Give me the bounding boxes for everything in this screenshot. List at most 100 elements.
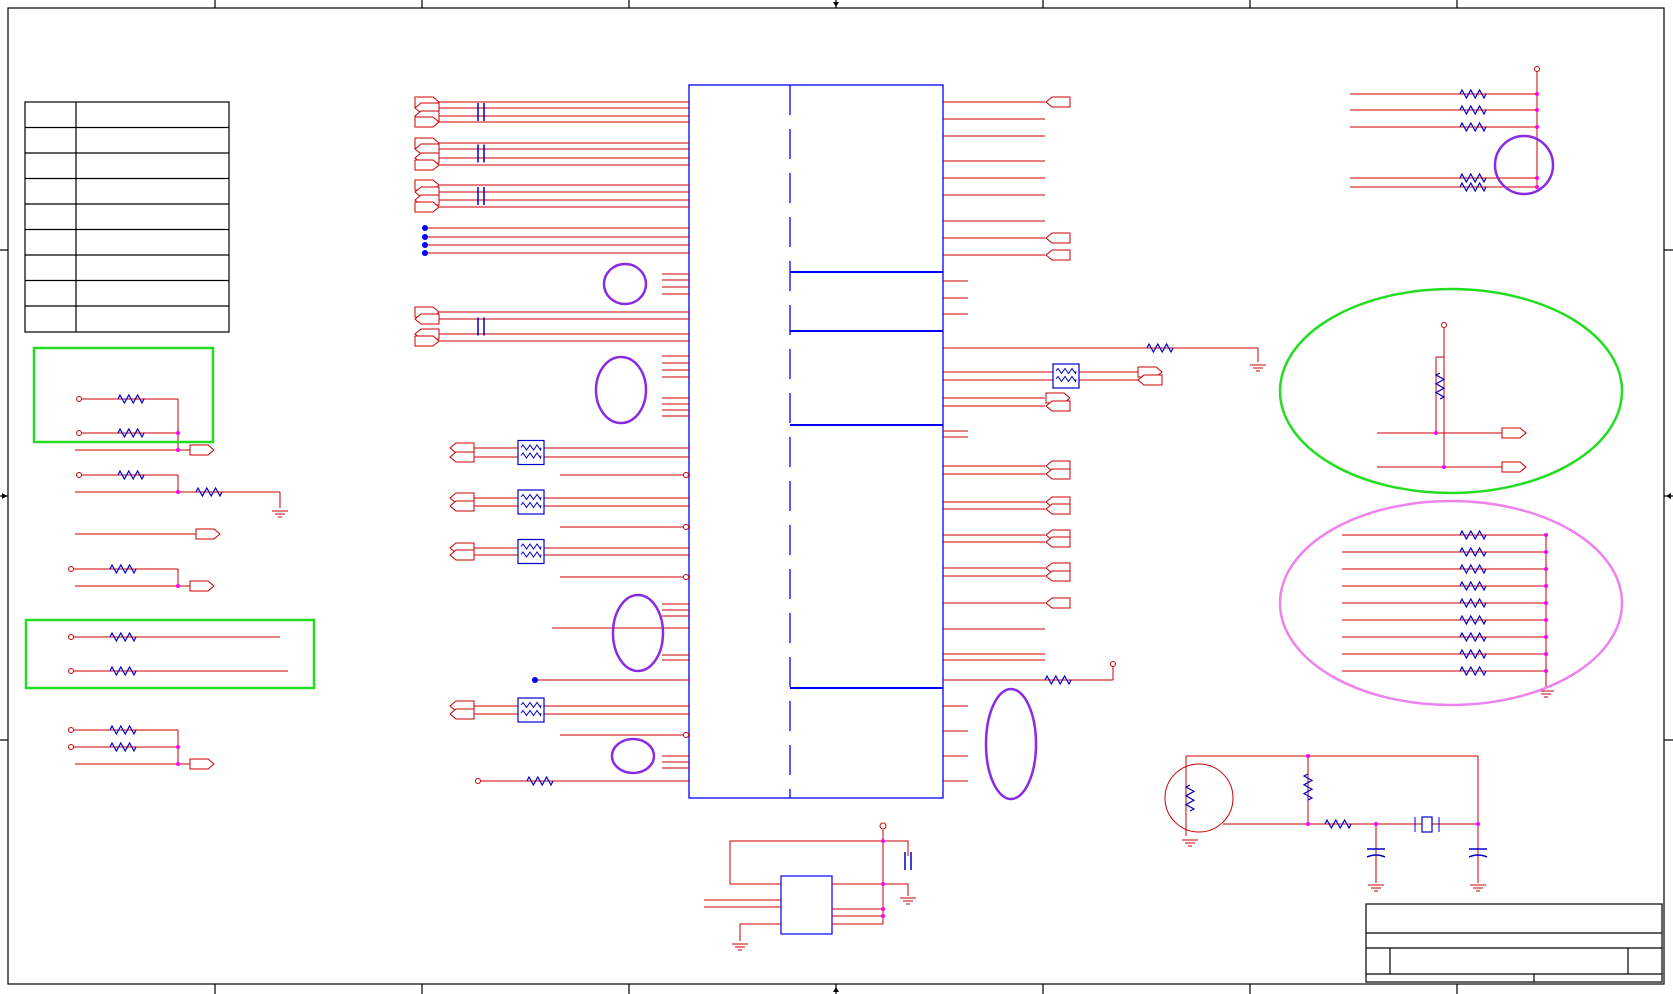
junction-dot — [881, 882, 885, 886]
junction-dot — [1544, 567, 1548, 571]
sheet-border — [0, 0, 1673, 994]
highlight-ellipse — [602, 262, 648, 306]
test-point — [68, 727, 74, 733]
ferrite-bead-icon — [517, 489, 545, 515]
capacitor-icon — [477, 144, 485, 163]
offpage-connector-icon — [1045, 468, 1071, 480]
highlight-ellipse — [610, 737, 656, 775]
offpage-connector-icon — [189, 444, 215, 456]
junction-dot — [1544, 601, 1548, 605]
offpage-connector-icon — [414, 313, 440, 325]
offpage-connector-icon — [1501, 461, 1527, 473]
offpage-connector-icon — [449, 549, 475, 561]
junction-dot — [1544, 618, 1548, 622]
junction-dot — [1535, 92, 1539, 96]
resistor-icon — [1459, 665, 1487, 677]
offpage-connector-icon — [189, 580, 215, 592]
main-ic — [688, 84, 944, 799]
offpage-connector-icon — [1045, 597, 1071, 609]
ground-icon — [1538, 690, 1554, 698]
ground-icon — [1368, 884, 1384, 892]
resistor-icon — [1324, 818, 1352, 830]
offpage-connector-icon — [1045, 400, 1071, 412]
highlight-ellipse — [1493, 134, 1555, 196]
resistor-icon — [1459, 614, 1487, 626]
ground-icon — [1250, 364, 1266, 372]
resistor-icon — [109, 631, 137, 643]
resistor-icon — [1044, 674, 1072, 686]
highlight-ellipse — [984, 687, 1038, 801]
resistor-icon — [1434, 372, 1446, 400]
junction-dot — [1535, 108, 1539, 112]
ground-icon — [1182, 839, 1198, 847]
resistor-icon — [1459, 648, 1487, 660]
junction-dot — [1535, 185, 1539, 189]
junction-dot — [1476, 822, 1480, 826]
offpage-connector-icon — [1045, 232, 1071, 244]
junction-dot — [176, 431, 180, 435]
resistor-icon — [109, 741, 137, 753]
bus-dot — [422, 250, 428, 256]
resistor-icon — [1459, 631, 1487, 643]
test-point — [68, 744, 74, 750]
junction-dot — [1442, 465, 1446, 469]
wire-layer — [71, 71, 1547, 883]
offpage-connector-icon — [1501, 427, 1527, 439]
resistor-icon — [1184, 784, 1196, 812]
offpage-connector-icon — [1045, 503, 1071, 515]
resistor-icon — [117, 427, 145, 439]
test-point — [683, 472, 689, 478]
junction-dot — [1544, 652, 1548, 656]
resistor-icon — [1459, 563, 1487, 575]
resistor-icon — [1459, 181, 1487, 193]
offpage-connector-icon — [414, 159, 440, 171]
resistor-icon — [1146, 342, 1174, 354]
test-point — [475, 778, 481, 784]
junction-dot — [1306, 822, 1310, 826]
test-point — [76, 472, 82, 478]
test-point — [68, 668, 74, 674]
offpage-connector-icon — [1137, 374, 1163, 386]
highlight-box — [32, 346, 215, 444]
junction-dot — [881, 839, 885, 843]
capacitor-icon — [477, 317, 485, 336]
schematic-drawing — [0, 0, 1673, 994]
offpage-connector-icon — [189, 758, 215, 770]
highlight-box — [24, 618, 316, 690]
junction-dot — [1306, 754, 1310, 758]
secondary-ic — [704, 822, 909, 941]
offpage-connector-icon — [414, 116, 440, 128]
junction-dot — [176, 584, 180, 588]
resistor-icon — [1459, 580, 1487, 592]
resistor-icon — [109, 563, 137, 575]
offpage-connector-icon — [1045, 536, 1071, 548]
highlight-ellipse — [594, 355, 648, 425]
test-point — [683, 732, 689, 738]
offpage-connector-icon — [414, 201, 440, 213]
test-point — [76, 396, 82, 402]
junction-dot — [1535, 176, 1539, 180]
junction-dot — [881, 907, 885, 911]
ferrite-bead-icon — [517, 697, 545, 723]
resistor-icon — [109, 665, 137, 677]
resistor-icon — [1302, 773, 1314, 801]
junction-dot — [1544, 635, 1548, 639]
test-point — [1110, 661, 1116, 667]
highlight-ellipse — [1278, 287, 1624, 495]
junction-dot — [1544, 669, 1548, 673]
ferrite-bead-icon — [517, 538, 545, 565]
resistor-icon — [109, 724, 137, 736]
resistor-icon — [195, 486, 223, 498]
resistor-icon — [117, 393, 145, 405]
capacitor-icon — [477, 187, 485, 205]
resistor-icon — [1459, 88, 1487, 100]
resistor-icon — [1459, 546, 1487, 558]
title-block — [1365, 903, 1663, 983]
offpage-connector-icon — [1045, 249, 1071, 261]
component-layer — [68, 66, 1554, 951]
highlight-layer — [24, 134, 1624, 833]
highlight-ellipse — [611, 593, 665, 673]
ground-icon — [272, 510, 288, 518]
ferrite-bead-icon — [1052, 363, 1080, 389]
junction-dot — [176, 448, 180, 452]
